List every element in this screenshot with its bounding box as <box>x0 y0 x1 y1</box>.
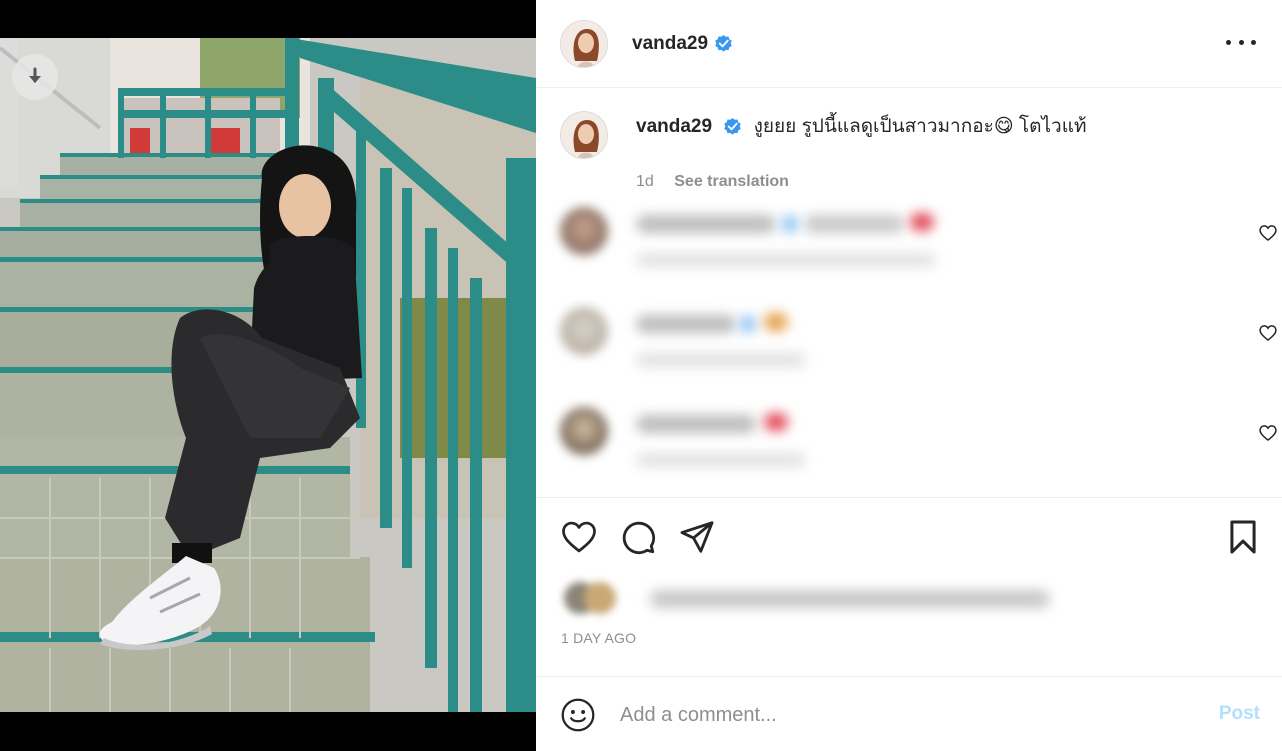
comments-list[interactable]: vanda29 งูยยย รูปนี้แลดูเป็นสาวมากอะ😋 โต… <box>536 89 1282 497</box>
liker-avatar <box>584 582 616 614</box>
post-action-bar <box>560 518 1260 558</box>
caption-meta: 1d See translation <box>636 173 789 191</box>
section-divider <box>536 497 1282 498</box>
caption-age: 1d <box>636 173 654 190</box>
blurred-comment-text <box>636 415 756 433</box>
post-timestamp: 1 DAY AGO <box>561 630 637 646</box>
caption-text-line: vanda29 งูยยย รูปนี้แลดูเป็นสาวมากอะ😋 โต… <box>636 115 1086 139</box>
blurred-comment-meta <box>636 253 936 267</box>
author-avatar[interactable] <box>560 19 608 68</box>
post-photo <box>0 38 536 712</box>
bookmark-icon[interactable] <box>1224 518 1262 556</box>
comment-item <box>560 401 1277 471</box>
post-detail-panel: vanda29 vanda29 งูยยย รูปนี้แลดูเป็นสาวม… <box>536 0 1282 751</box>
blurred-comment-text <box>764 413 788 431</box>
blurred-comment-text <box>740 315 756 333</box>
blurred-comment-meta <box>636 453 806 467</box>
comment-item <box>560 301 1277 371</box>
post-header: vanda29 <box>536 0 1282 88</box>
author-username[interactable]: vanda29 <box>632 33 708 55</box>
blurred-comment-text <box>782 215 798 233</box>
add-comment-bar: Post <box>536 676 1282 751</box>
more-options-button[interactable] <box>1226 32 1256 52</box>
post-photo-area <box>0 0 536 751</box>
blurred-comment-text <box>636 315 736 333</box>
post-comment-button[interactable]: Post <box>1219 703 1260 725</box>
comment-item <box>560 201 1277 271</box>
verified-badge-icon <box>715 34 732 52</box>
like-comment-heart-icon[interactable] <box>1258 323 1278 343</box>
blurred-comment-text <box>910 213 934 231</box>
blurred-comment-text <box>764 313 788 331</box>
download-icon <box>29 67 41 83</box>
commenter-avatar[interactable] <box>560 207 608 255</box>
see-translation-link[interactable]: See translation <box>674 173 789 190</box>
emoji-icon[interactable] <box>560 697 596 733</box>
caption-author-avatar[interactable] <box>560 111 608 159</box>
share-icon[interactable] <box>678 518 716 556</box>
caption-body: งูยยย รูปนี้แลดูเป็นสาวมากอะ😋 โตไวแท้ <box>753 116 1087 137</box>
blurred-comment-text <box>804 215 904 233</box>
caption-username[interactable]: vanda29 <box>636 116 712 137</box>
download-button[interactable] <box>12 54 58 100</box>
blurred-comment-text <box>636 215 776 233</box>
verified-badge-icon <box>724 118 742 136</box>
blurred-liked-by-text <box>650 590 1050 608</box>
blurred-comment-meta <box>636 353 806 367</box>
comment-icon[interactable] <box>619 518 657 556</box>
like-comment-heart-icon[interactable] <box>1258 223 1278 243</box>
like-comment-heart-icon[interactable] <box>1258 423 1278 443</box>
more-options-icon <box>1226 39 1231 45</box>
comment-input[interactable] <box>620 699 1180 731</box>
liked-by-row[interactable] <box>560 578 1080 618</box>
commenter-avatar[interactable] <box>560 407 608 455</box>
commenter-avatar[interactable] <box>560 307 608 355</box>
heart-icon[interactable] <box>560 518 598 556</box>
